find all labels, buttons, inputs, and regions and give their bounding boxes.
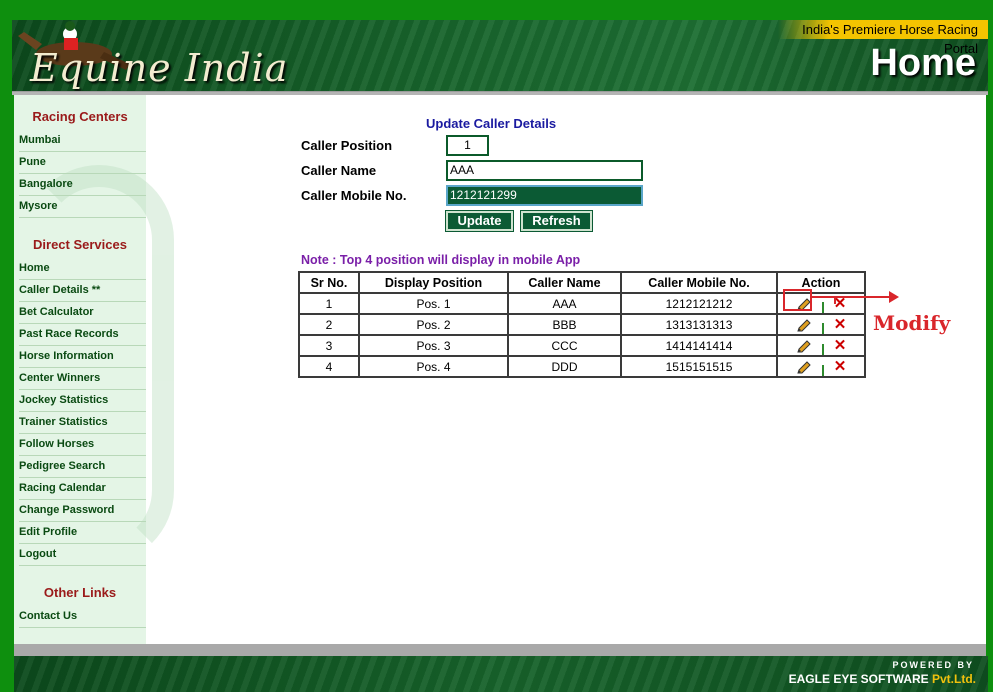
pencil-icon[interactable]	[796, 319, 812, 333]
sidebar-item-contact-us[interactable]: Contact Us	[19, 606, 146, 628]
form-title: Update Caller Details	[426, 116, 557, 131]
sidebar-item-trainer-statistics[interactable]: Trainer Statistics	[19, 412, 146, 434]
cell-caller-mobile: 1313131313	[620, 313, 778, 336]
sidebar-item-home[interactable]: Home	[19, 258, 146, 280]
cell-sr-no: 3	[298, 334, 360, 357]
table-row: 2 Pos. 2 BBB 1313131313 ✕	[298, 313, 866, 336]
arrow-connector	[834, 296, 836, 304]
table-row: 3 Pos. 3 CCC 1414141414 ✕	[298, 334, 866, 357]
sidebar-item-bangalore[interactable]: Bangalore	[19, 174, 146, 196]
sidebar-item-center-winners[interactable]: Center Winners	[19, 368, 146, 390]
cell-action: ✕	[776, 334, 866, 357]
cell-caller-name: DDD	[507, 355, 622, 378]
cell-sr-no: 4	[298, 355, 360, 378]
col-header-caller-name: Caller Name	[507, 271, 622, 294]
action-separator	[821, 302, 824, 313]
cell-caller-name: AAA	[507, 292, 622, 315]
caller-mobile-label: Caller Mobile No.	[301, 188, 407, 203]
sidebar-item-jockey-statistics[interactable]: Jockey Statistics	[19, 390, 146, 412]
sidebar-item-edit-profile[interactable]: Edit Profile	[19, 522, 146, 544]
cell-action: ✕	[776, 355, 866, 378]
company-label: EAGLE EYE SOFTWARE	[788, 672, 929, 686]
col-header-sr-no: Sr No.	[298, 271, 360, 294]
company-suffix: Pvt.Ltd.	[932, 672, 976, 686]
caller-name-label: Caller Name	[301, 163, 377, 178]
tagline: India's Premiere Horse Racing Portal	[778, 20, 988, 56]
cell-display-position: Pos. 1	[358, 292, 509, 315]
col-header-display-position: Display Position	[358, 271, 509, 294]
site-footer: POWERED BY EAGLE EYE SOFTWARE Pvt.Ltd.	[14, 656, 988, 692]
sidebar-heading-other-links: Other Links	[43, 585, 117, 600]
delete-x-icon[interactable]: ✕	[834, 315, 847, 333]
cell-caller-name: CCC	[507, 334, 622, 357]
sidebar-item-past-race-records[interactable]: Past Race Records	[19, 324, 146, 346]
site-logo[interactable]: Equine India	[30, 46, 288, 90]
arrow-right-icon	[812, 296, 892, 298]
cell-display-position: Pos. 3	[358, 334, 509, 357]
mobile-app-note: Note : Top 4 position will display in mo…	[301, 253, 581, 267]
cell-display-position: Pos. 2	[358, 313, 509, 336]
company-name[interactable]: EAGLE EYE SOFTWARE Pvt.Ltd.	[789, 672, 976, 686]
site-header: Equine India India's Premiere Horse Raci…	[12, 20, 988, 94]
cell-action: ✕	[776, 313, 866, 336]
action-separator	[821, 323, 824, 334]
sidebar: Racing Centers Mumbai Pune Bangalore Mys…	[14, 95, 174, 644]
sidebar-item-change-password[interactable]: Change Password	[19, 500, 146, 522]
powered-by-label: POWERED BY	[892, 660, 974, 670]
caller-name-input[interactable]: AAA	[446, 160, 643, 181]
sidebar-item-caller-details[interactable]: Caller Details **	[19, 280, 146, 302]
sidebar-item-bet-calculator[interactable]: Bet Calculator	[19, 302, 146, 324]
sidebar-item-pedigree-search[interactable]: Pedigree Search	[19, 456, 146, 478]
table-row: 4 Pos. 4 DDD 1515151515 ✕	[298, 355, 866, 378]
cell-sr-no: 1	[298, 292, 360, 315]
sidebar-item-mysore[interactable]: Mysore	[19, 196, 146, 218]
cell-caller-mobile: 1414141414	[620, 334, 778, 357]
sidebar-item-horse-information[interactable]: Horse Information	[19, 346, 146, 368]
caller-position-label: Caller Position	[301, 138, 393, 153]
refresh-button[interactable]: Refresh	[520, 210, 593, 232]
footer-divider	[14, 644, 986, 656]
cell-caller-mobile: 1515151515	[620, 355, 778, 378]
update-button[interactable]: Update	[445, 210, 514, 232]
sidebar-item-racing-calendar[interactable]: Racing Calendar	[19, 478, 146, 500]
arrow-head-icon	[889, 291, 899, 303]
main-content: Update Caller Details Caller Position 1 …	[146, 95, 986, 644]
cell-caller-mobile: 1212121212	[620, 292, 778, 315]
modify-highlight-box	[783, 289, 812, 311]
pencil-icon[interactable]	[796, 361, 812, 375]
content-area: Racing Centers Mumbai Pune Bangalore Mys…	[14, 95, 986, 644]
cell-caller-name: BBB	[507, 313, 622, 336]
delete-x-icon[interactable]: ✕	[834, 336, 847, 354]
caller-position-input[interactable]: 1	[446, 135, 489, 156]
sidebar-item-logout[interactable]: Logout	[19, 544, 146, 566]
action-separator	[821, 344, 824, 355]
delete-x-icon[interactable]: ✕	[834, 357, 847, 375]
sidebar-heading-direct-services: Direct Services	[33, 237, 127, 252]
modify-annotation: Modify	[873, 311, 951, 335]
action-separator	[821, 365, 824, 376]
callers-table: Sr No. Display Position Caller Name Call…	[298, 271, 866, 378]
table-row: 1 Pos. 1 AAA 1212121212 ✕	[298, 292, 866, 315]
col-header-caller-mobile: Caller Mobile No.	[620, 271, 778, 294]
sidebar-item-pune[interactable]: Pune	[19, 152, 146, 174]
table-header-row: Sr No. Display Position Caller Name Call…	[298, 271, 866, 294]
pencil-icon[interactable]	[796, 340, 812, 354]
cell-sr-no: 2	[298, 313, 360, 336]
page-title: Home	[870, 42, 976, 84]
cell-display-position: Pos. 4	[358, 355, 509, 378]
sidebar-item-mumbai[interactable]: Mumbai	[19, 130, 146, 152]
sidebar-heading-racing-centers: Racing Centers	[32, 109, 128, 124]
sidebar-item-follow-horses[interactable]: Follow Horses	[19, 434, 146, 456]
caller-mobile-input[interactable]: 1212121299	[446, 185, 643, 206]
